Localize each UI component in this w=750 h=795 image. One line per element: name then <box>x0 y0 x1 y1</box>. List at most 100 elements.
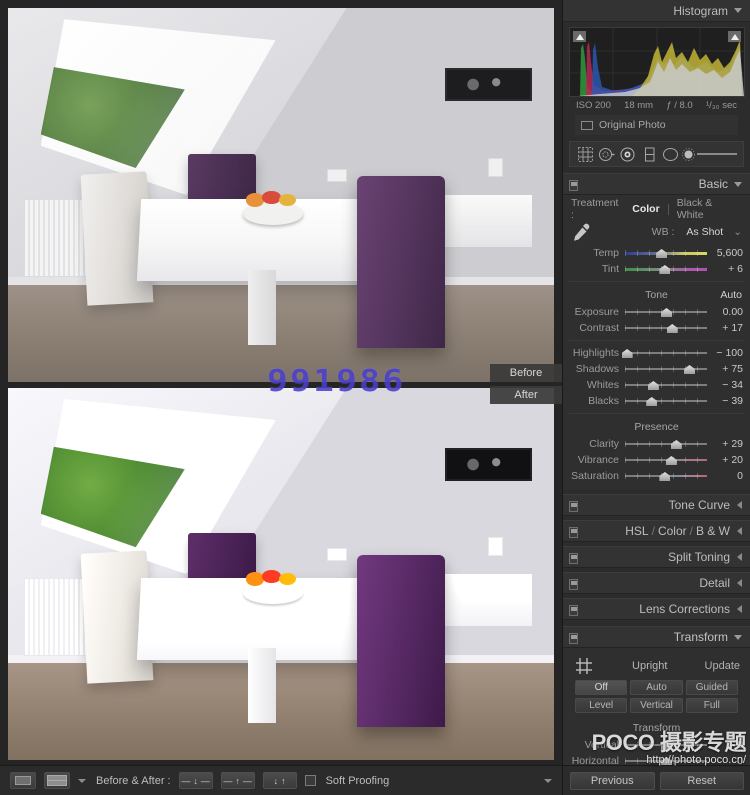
section-header-tone-curve[interactable]: Tone Curve <box>563 494 750 516</box>
slider-clarity[interactable]: Clarity + 29 <box>563 436 750 452</box>
image-viewer: Before After 991986 Before & After : — ↓ —… <box>0 0 562 795</box>
transform-panel-switch[interactable] <box>569 633 578 644</box>
white-balance-row: WB : As Shot ⌄ <box>563 219 750 245</box>
brush-size-track[interactable] <box>696 153 737 155</box>
chevron-left-icon[interactable] <box>737 527 742 535</box>
transform-section-header[interactable]: Transform <box>563 626 750 648</box>
copy-before-settings-button[interactable]: — ↓ — <box>178 772 213 789</box>
slider-value: − 100 <box>716 347 743 359</box>
crop-overlay-icon[interactable] <box>576 145 595 164</box>
upright-full-button[interactable]: Full <box>685 698 738 713</box>
treatment-color-option[interactable]: Color <box>632 203 659 215</box>
wb-chevron-icon[interactable]: ⌄ <box>733 226 742 238</box>
upright-vertical-button[interactable]: Vertical <box>630 698 683 713</box>
panel-switch[interactable] <box>569 501 578 512</box>
shadow-clipping-indicator[interactable] <box>573 31 586 42</box>
upright-off-button[interactable]: Off <box>575 680 628 695</box>
tone-subheader: Tone Auto <box>563 286 750 304</box>
section-title-part[interactable]: HSL <box>625 524 648 538</box>
after-label: After <box>490 386 562 404</box>
upright-label: Upright <box>632 660 668 672</box>
slider-track[interactable] <box>625 264 707 274</box>
slider-vertical[interactable]: Vertical 0 <box>563 737 750 753</box>
chevron-left-icon[interactable] <box>737 501 742 509</box>
slider-value: 0.00 <box>722 306 743 318</box>
upright-update-button[interactable]: Update <box>705 660 740 672</box>
loupe-view-button[interactable] <box>10 772 36 789</box>
soft-proofing-checkbox[interactable] <box>304 775 316 786</box>
upright-level-button[interactable]: Level <box>575 698 628 713</box>
slider-track[interactable] <box>625 323 707 333</box>
spot-removal-icon[interactable] <box>597 145 616 164</box>
transform-title: Transform <box>673 630 728 644</box>
before-after-view-button[interactable] <box>44 772 70 789</box>
section-title-part[interactable]: B & W <box>696 524 730 538</box>
histogram-graph[interactable] <box>569 27 745 97</box>
slider-track[interactable] <box>625 455 707 465</box>
radial-filter-icon[interactable] <box>661 145 680 164</box>
panel-switch[interactable] <box>569 527 578 538</box>
histogram-header[interactable]: Histogram <box>563 0 750 22</box>
upright-guided-button[interactable]: Guided <box>685 680 738 695</box>
slider-contrast[interactable]: Contrast + 17 <box>563 320 750 336</box>
copy-after-settings-button[interactable]: — ↑ — <box>220 772 255 789</box>
slider-exposure[interactable]: Exposure 0.00 <box>563 304 750 320</box>
slider-vibrance[interactable]: Vibrance + 20 <box>563 452 750 468</box>
presence-label: Presence <box>634 421 679 433</box>
slider-shadows[interactable]: Shadows + 75 <box>563 361 750 377</box>
slider-track[interactable] <box>625 396 707 406</box>
slider-tint[interactable]: Tint + 6 <box>563 261 750 277</box>
before-photo-pane[interactable] <box>8 8 554 382</box>
previous-button[interactable]: Previous <box>570 771 655 790</box>
chevron-down-icon[interactable] <box>734 181 742 187</box>
slider-track[interactable] <box>625 740 707 750</box>
highlight-clipping-indicator[interactable] <box>728 31 741 42</box>
slider-track[interactable] <box>625 471 707 481</box>
swap-before-after-button[interactable]: ↓ ↑ <box>262 772 297 789</box>
view-mode-chevron-down-icon[interactable] <box>78 778 86 783</box>
slider-saturation[interactable]: Saturation 0 <box>563 468 750 484</box>
chevron-down-icon[interactable] <box>734 634 742 640</box>
slider-highlights[interactable]: Highlights − 100 <box>563 345 750 361</box>
chevron-down-icon[interactable] <box>734 8 742 13</box>
original-photo-row[interactable]: Original Photo <box>575 115 738 135</box>
graduated-filter-icon[interactable] <box>640 145 659 164</box>
slider-blacks[interactable]: Blacks − 39 <box>563 393 750 409</box>
chevron-left-icon[interactable] <box>737 605 742 613</box>
slider-whites[interactable]: Whites − 34 <box>563 377 750 393</box>
wb-value[interactable]: As Shot <box>686 226 723 238</box>
panel-switch[interactable] <box>569 605 578 616</box>
red-eye-icon[interactable] <box>618 145 637 164</box>
chevron-left-icon[interactable] <box>737 553 742 561</box>
slider-track[interactable] <box>621 348 707 358</box>
slider-track[interactable] <box>625 307 707 317</box>
upright-row: Upright Update <box>563 652 750 680</box>
panel-switch[interactable] <box>569 553 578 564</box>
chevron-left-icon[interactable] <box>737 579 742 587</box>
treatment-bw-option[interactable]: Black & White <box>677 197 742 221</box>
slider-track[interactable] <box>625 364 707 374</box>
basic-section-header[interactable]: Basic <box>563 173 750 195</box>
basic-panel-switch[interactable] <box>569 180 578 191</box>
toolbar-chevron-down-icon[interactable] <box>544 778 552 783</box>
slider-value: 5,600 <box>716 247 743 259</box>
auto-tone-button[interactable]: Auto <box>720 289 742 301</box>
reset-button[interactable]: Reset <box>659 771 744 790</box>
after-photo-pane[interactable] <box>8 388 554 760</box>
section-title-part[interactable]: Color <box>658 524 687 538</box>
upright-auto-button[interactable]: Auto <box>630 680 683 695</box>
upright-grid-icon[interactable] <box>573 655 595 677</box>
section-header-detail[interactable]: Detail <box>563 572 750 594</box>
section-header-split-toning[interactable]: Split Toning <box>563 546 750 568</box>
slider-temp[interactable]: Temp 5,600 <box>563 245 750 261</box>
section-header-hsl-color-b-w[interactable]: HSL / Color / B & W <box>563 520 750 542</box>
soft-proofing-label: Soft Proofing <box>325 774 390 787</box>
section-header-lens-corrections[interactable]: Lens Corrections <box>563 598 750 620</box>
slider-track[interactable] <box>625 380 707 390</box>
adjustment-brush-icon[interactable] <box>681 147 737 161</box>
panel-switch[interactable] <box>569 579 578 590</box>
slider-label: Highlights <box>572 347 619 359</box>
slider-track[interactable] <box>625 248 707 258</box>
white-balance-eyedropper-icon[interactable] <box>571 221 593 243</box>
slider-track[interactable] <box>625 439 707 449</box>
